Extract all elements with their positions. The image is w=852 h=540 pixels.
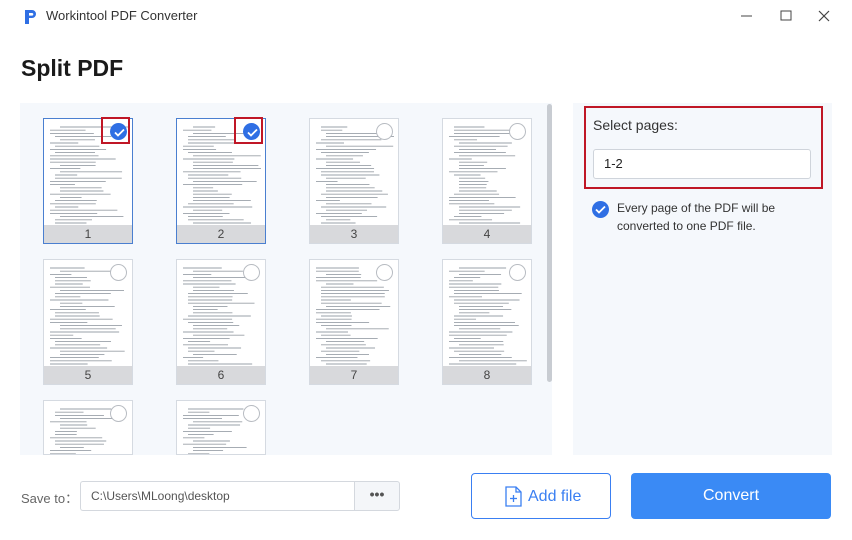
checkbox[interactable] [509, 123, 526, 140]
checkbox[interactable] [376, 123, 393, 140]
checkbox[interactable] [376, 264, 393, 281]
page-thumbnail[interactable]: 4 [442, 118, 532, 244]
page-number: 6 [217, 368, 225, 382]
split-option-check-icon[interactable] [592, 201, 609, 218]
maximize-icon[interactable] [774, 4, 798, 28]
browse-button[interactable]: ••• [354, 481, 400, 511]
page-number: 8 [483, 368, 491, 382]
checkbox[interactable] [110, 264, 127, 281]
page-thumbnail[interactable]: 5 [43, 259, 133, 385]
page-number: 2 [217, 227, 225, 241]
pages-input[interactable]: 1-2 [593, 149, 811, 179]
page-thumbnail[interactable] [176, 400, 266, 455]
workintool-logo-icon [25, 10, 36, 24]
scrollbar-thumb[interactable] [547, 104, 552, 382]
close-icon[interactable] [812, 4, 836, 28]
page-number: 5 [84, 368, 92, 382]
page-thumbnail[interactable]: 3 [309, 118, 399, 244]
convert-button[interactable]: Convert [631, 473, 831, 519]
highlight-box-page-2 [234, 117, 263, 144]
window-title: Workintool PDF Converter [46, 8, 198, 23]
page-title: Split PDF [21, 55, 124, 81]
split-option-label: Every page of the PDF will be converted … [617, 201, 776, 233]
page-number: 1 [84, 227, 92, 241]
add-file-icon [505, 486, 522, 507]
checkbox[interactable] [243, 405, 260, 422]
add-file-button[interactable]: Add file [471, 473, 611, 519]
page-thumbnail[interactable]: 6 [176, 259, 266, 385]
checkbox[interactable] [243, 264, 260, 281]
highlight-box-page-1 [101, 117, 130, 144]
title-bar: Workintool PDF Converter [0, 0, 852, 32]
add-file-label: Add file [528, 488, 582, 505]
select-pages-label: Select pages: [593, 117, 678, 133]
page-thumbnail[interactable] [43, 400, 133, 455]
page-thumbnail[interactable]: 8 [442, 259, 532, 385]
page-number: 7 [350, 368, 358, 382]
minimize-icon[interactable] [735, 4, 759, 28]
page-number: 3 [350, 227, 358, 241]
save-to-label: Save to： [21, 491, 79, 506]
checkbox[interactable] [110, 405, 127, 422]
page-number: 4 [483, 227, 491, 241]
checkbox[interactable] [509, 264, 526, 281]
page-thumbnail[interactable]: 7 [309, 259, 399, 385]
save-path-input[interactable]: C:\Users\MLoong\desktop [80, 481, 355, 511]
